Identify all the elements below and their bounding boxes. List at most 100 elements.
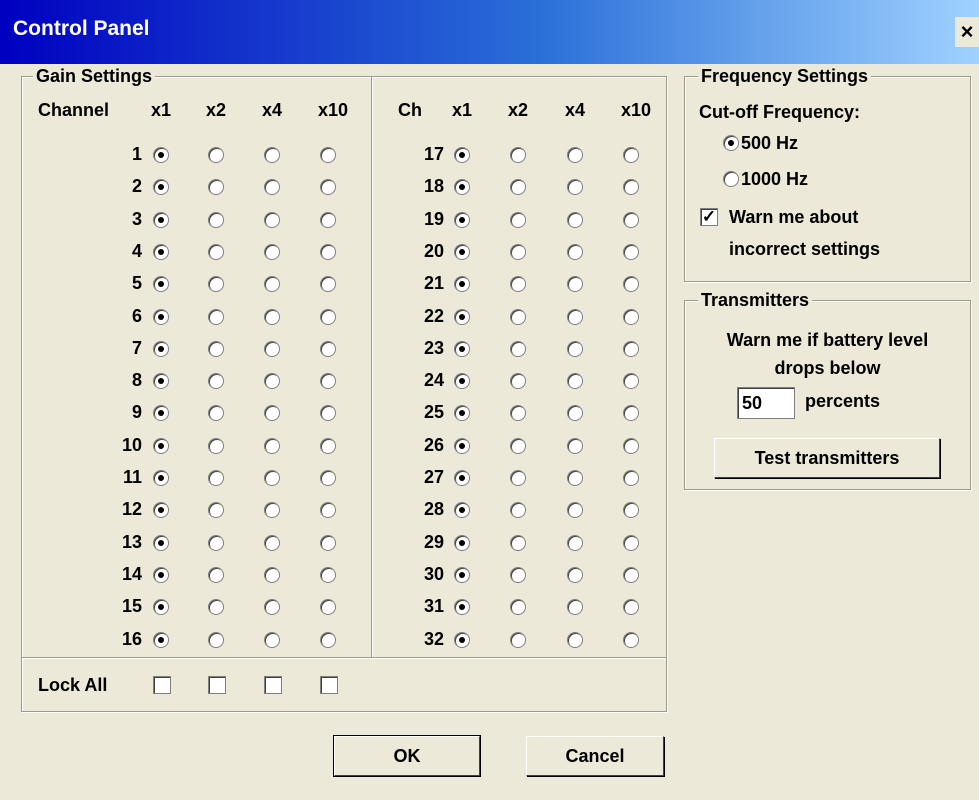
gain-radio-left-ch15-x10[interactable] — [320, 599, 336, 616]
warn-incorrect-checkbox[interactable]: ✓ — [700, 208, 718, 226]
gain-radio-left-ch6-x10[interactable] — [320, 308, 336, 325]
gain-radio-left-ch14-x10[interactable] — [320, 566, 336, 583]
gain-radio-right-ch24-x2[interactable] — [510, 373, 526, 390]
gain-radio-right-ch27-x4[interactable] — [567, 470, 583, 486]
gain-radio-left-ch11-x2[interactable] — [208, 470, 224, 486]
gain-radio-right-ch24-x1[interactable] — [454, 373, 470, 390]
gain-radio-left-ch3-x10[interactable] — [320, 211, 336, 228]
gain-radio-left-ch10-x1[interactable] — [153, 437, 169, 454]
gain-radio-right-ch27-x10[interactable] — [623, 470, 639, 486]
gain-radio-left-ch14-x2[interactable] — [208, 566, 224, 583]
gain-radio-left-ch16-x2[interactable] — [208, 631, 224, 648]
gain-radio-left-ch9-x2[interactable] — [208, 405, 224, 422]
gain-radio-right-ch20-x10[interactable] — [623, 243, 639, 260]
gain-radio-right-ch18-x10[interactable] — [623, 179, 639, 196]
gain-radio-right-ch29-x2[interactable] — [510, 534, 526, 551]
gain-radio-left-ch3-x2[interactable] — [208, 211, 224, 228]
gain-radio-right-ch23-x2[interactable] — [510, 340, 526, 357]
gain-radio-left-ch13-x10[interactable] — [320, 534, 336, 551]
gain-radio-right-ch28-x2[interactable] — [510, 502, 526, 519]
gain-radio-right-ch25-x4[interactable] — [567, 405, 583, 422]
gain-radio-left-ch9-x4[interactable] — [264, 405, 280, 422]
gain-radio-right-ch21-x1[interactable] — [454, 276, 470, 293]
gain-radio-right-ch20-x4[interactable] — [567, 243, 583, 260]
lock-all-checkbox-x10[interactable] — [320, 676, 338, 694]
gain-radio-right-ch28-x1[interactable] — [454, 502, 470, 519]
gain-radio-right-ch32-x2[interactable] — [510, 631, 526, 648]
gain-radio-right-ch32-x1[interactable] — [454, 631, 470, 648]
gain-radio-left-ch10-x2[interactable] — [208, 437, 224, 454]
gain-radio-left-ch3-x1[interactable] — [153, 211, 169, 228]
gain-radio-right-ch18-x2[interactable] — [510, 179, 526, 196]
gain-radio-left-ch4-x2[interactable] — [208, 243, 224, 260]
gain-radio-right-ch32-x4[interactable] — [567, 631, 583, 648]
gain-radio-right-ch24-x4[interactable] — [567, 373, 583, 390]
gain-radio-right-ch22-x10[interactable] — [623, 308, 639, 325]
gain-radio-left-ch14-x4[interactable] — [264, 566, 280, 583]
lock-all-checkbox-x2[interactable] — [208, 676, 226, 694]
gain-radio-left-ch9-x1[interactable] — [153, 405, 169, 422]
gain-radio-right-ch30-x1[interactable] — [454, 566, 470, 583]
cancel-button[interactable]: Cancel — [526, 736, 664, 776]
gain-radio-right-ch27-x2[interactable] — [510, 470, 526, 486]
gain-radio-right-ch18-x4[interactable] — [567, 179, 583, 196]
gain-radio-right-ch25-x10[interactable] — [623, 405, 639, 422]
gain-radio-left-ch16-x4[interactable] — [264, 631, 280, 648]
radio-1000hz[interactable] — [723, 171, 739, 187]
gain-radio-left-ch11-x10[interactable] — [320, 470, 336, 486]
gain-radio-left-ch4-x10[interactable] — [320, 243, 336, 260]
gain-radio-right-ch29-x1[interactable] — [454, 534, 470, 551]
gain-radio-left-ch6-x2[interactable] — [208, 308, 224, 325]
gain-radio-right-ch19-x10[interactable] — [623, 211, 639, 228]
gain-radio-left-ch9-x10[interactable] — [320, 405, 336, 422]
gain-radio-right-ch17-x2[interactable] — [510, 147, 526, 163]
test-transmitters-button[interactable]: Test transmitters — [714, 438, 940, 478]
gain-radio-left-ch10-x4[interactable] — [264, 437, 280, 454]
gain-radio-left-ch5-x10[interactable] — [320, 276, 336, 293]
gain-radio-right-ch21-x10[interactable] — [623, 276, 639, 293]
gain-radio-right-ch21-x4[interactable] — [567, 276, 583, 293]
gain-radio-right-ch19-x2[interactable] — [510, 211, 526, 228]
gain-radio-left-ch5-x4[interactable] — [264, 276, 280, 293]
gain-radio-left-ch2-x1[interactable] — [153, 179, 169, 196]
gain-radio-left-ch15-x4[interactable] — [264, 599, 280, 616]
gain-radio-right-ch28-x10[interactable] — [623, 502, 639, 519]
gain-radio-right-ch18-x1[interactable] — [454, 179, 470, 196]
gain-radio-right-ch28-x4[interactable] — [567, 502, 583, 519]
gain-radio-right-ch23-x10[interactable] — [623, 340, 639, 357]
gain-radio-left-ch5-x1[interactable] — [153, 276, 169, 293]
gain-radio-right-ch23-x1[interactable] — [454, 340, 470, 357]
gain-radio-right-ch25-x2[interactable] — [510, 405, 526, 422]
gain-radio-left-ch11-x4[interactable] — [264, 470, 280, 486]
gain-radio-right-ch22-x1[interactable] — [454, 308, 470, 325]
gain-radio-left-ch13-x1[interactable] — [153, 534, 169, 551]
gain-radio-right-ch31-x1[interactable] — [454, 599, 470, 616]
gain-radio-left-ch4-x1[interactable] — [153, 243, 169, 260]
gain-radio-right-ch26-x10[interactable] — [623, 437, 639, 454]
gain-radio-right-ch31-x10[interactable] — [623, 599, 639, 616]
gain-radio-left-ch6-x4[interactable] — [264, 308, 280, 325]
gain-radio-right-ch17-x10[interactable] — [623, 147, 639, 163]
gain-radio-right-ch30-x2[interactable] — [510, 566, 526, 583]
gain-radio-left-ch7-x2[interactable] — [208, 340, 224, 357]
gain-radio-left-ch12-x1[interactable] — [153, 502, 169, 519]
gain-radio-right-ch22-x4[interactable] — [567, 308, 583, 325]
gain-radio-left-ch14-x1[interactable] — [153, 566, 169, 583]
gain-radio-left-ch7-x1[interactable] — [153, 340, 169, 357]
gain-radio-left-ch12-x4[interactable] — [264, 502, 280, 519]
gain-radio-right-ch19-x4[interactable] — [567, 211, 583, 228]
gain-radio-left-ch2-x10[interactable] — [320, 179, 336, 196]
gain-radio-right-ch17-x1[interactable] — [454, 147, 470, 163]
ok-button[interactable]: OK — [333, 735, 481, 777]
gain-radio-right-ch17-x4[interactable] — [567, 147, 583, 163]
gain-radio-left-ch1-x1[interactable] — [153, 147, 169, 163]
battery-level-input[interactable]: 50 — [737, 387, 795, 419]
gain-radio-left-ch8-x4[interactable] — [264, 373, 280, 390]
gain-radio-right-ch30-x10[interactable] — [623, 566, 639, 583]
gain-radio-left-ch8-x10[interactable] — [320, 373, 336, 390]
gain-radio-right-ch26-x1[interactable] — [454, 437, 470, 454]
gain-radio-left-ch10-x10[interactable] — [320, 437, 336, 454]
gain-radio-left-ch1-x2[interactable] — [208, 147, 224, 163]
lock-all-checkbox-x1[interactable] — [153, 676, 171, 694]
gain-radio-right-ch27-x1[interactable] — [454, 470, 470, 486]
